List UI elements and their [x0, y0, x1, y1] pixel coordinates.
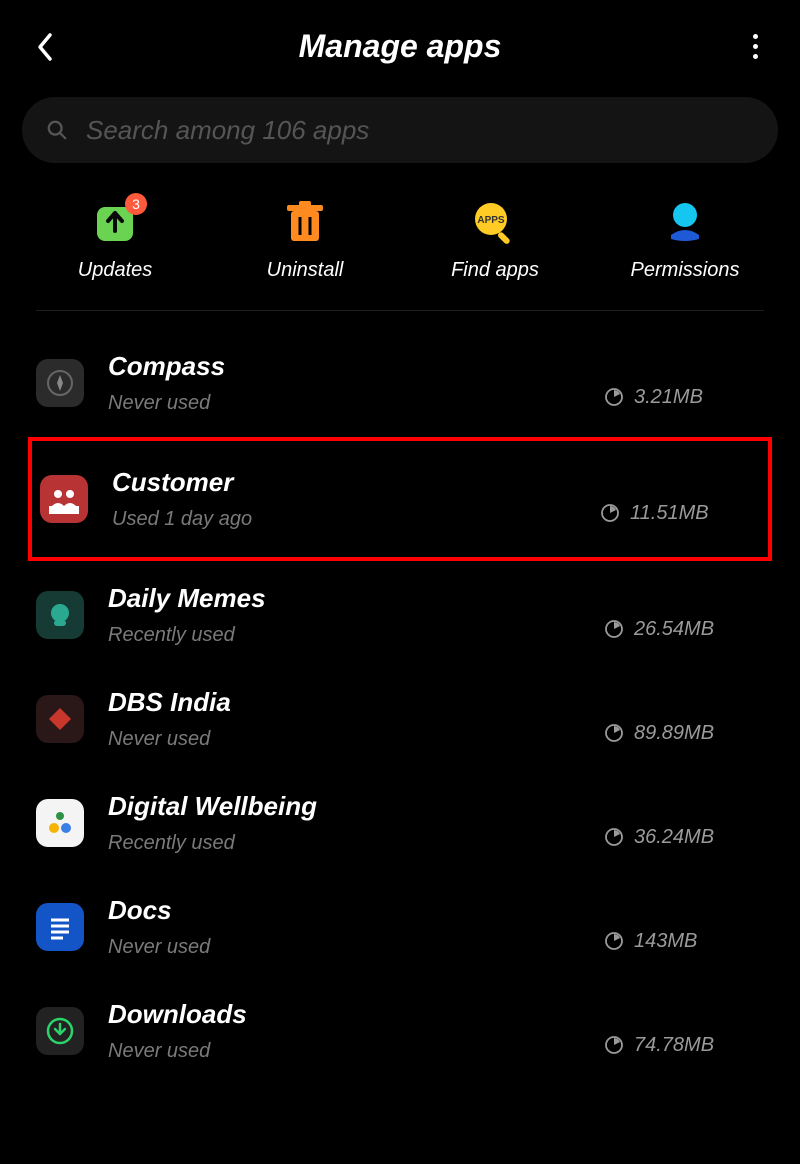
uninstall-button[interactable]: Uninstall [210, 201, 400, 282]
compass-app-icon [36, 359, 84, 407]
app-row[interactable]: DBS India Never used 89.89MB [36, 667, 764, 771]
wellbeing-app-icon [36, 799, 84, 847]
storage-icon [604, 723, 624, 743]
memes-app-icon [36, 591, 84, 639]
app-size: 36.24MB [634, 826, 714, 849]
app-info: Customer Used 1 day ago [112, 467, 576, 531]
updates-button[interactable]: 3 Updates [20, 201, 210, 282]
app-name: Customer [112, 467, 576, 498]
dot-icon [753, 54, 758, 59]
app-row[interactable]: Downloads Never used 74.78MB [36, 979, 764, 1083]
app-size-wrap: 74.78MB [604, 1034, 764, 1057]
app-name: Downloads [108, 999, 580, 1030]
app-size: 26.54MB [634, 618, 714, 641]
downloads-app-icon [36, 1007, 84, 1055]
app-size-wrap: 26.54MB [604, 618, 764, 641]
search-placeholder: Search among 106 apps [86, 115, 369, 146]
storage-icon [604, 387, 624, 407]
app-usage: Never used [108, 392, 580, 415]
app-usage: Never used [108, 936, 580, 959]
app-size: 89.89MB [634, 722, 714, 745]
svg-text:APPS: APPS [477, 215, 505, 226]
findapps-icon: APPS [473, 201, 517, 245]
app-row[interactable]: Docs Never used 143MB [36, 875, 764, 979]
app-size-wrap: 11.51MB [600, 502, 760, 525]
dot-icon [753, 44, 758, 49]
more-options-button[interactable] [740, 32, 770, 62]
app-name: Docs [108, 895, 580, 926]
storage-icon [604, 931, 624, 951]
app-size-wrap: 36.24MB [604, 826, 764, 849]
app-size-wrap: 143MB [604, 930, 764, 953]
app-list: Compass Never used 3.21MB Customer Used 1 da… [0, 331, 800, 1083]
storage-icon [604, 827, 624, 847]
app-name: Digital Wellbeing [108, 791, 580, 822]
updates-label: Updates [78, 259, 153, 282]
app-info: Downloads Never used [108, 999, 580, 1063]
chevron-left-icon [36, 32, 54, 62]
app-size: 11.51MB [630, 502, 709, 525]
app-info: Digital Wellbeing Recently used [108, 791, 580, 855]
search-icon [46, 119, 68, 141]
app-usage: Recently used [108, 624, 580, 647]
app-size-wrap: 89.89MB [604, 722, 764, 745]
updates-icon: 3 [93, 201, 137, 245]
dbs-app-icon [36, 695, 84, 743]
permissions-icon [663, 201, 707, 245]
app-row[interactable]: Compass Never used 3.21MB [36, 331, 764, 435]
app-row[interactable]: Digital Wellbeing Recently used 36.24MB [36, 771, 764, 875]
app-info: Docs Never used [108, 895, 580, 959]
uninstall-label: Uninstall [267, 259, 344, 282]
header: Manage apps [0, 0, 800, 85]
storage-icon [604, 1035, 624, 1055]
app-info: Daily Memes Recently used [108, 583, 580, 647]
app-usage: Never used [108, 728, 580, 751]
app-name: Daily Memes [108, 583, 580, 614]
search-input[interactable]: Search among 106 apps [22, 97, 778, 163]
app-row[interactable]: Daily Memes Recently used 26.54MB [36, 563, 764, 667]
app-size-wrap: 3.21MB [604, 386, 764, 409]
page-title: Manage apps [60, 28, 740, 65]
trash-icon [283, 201, 327, 245]
customer-app-icon [40, 475, 88, 523]
app-size: 143MB [634, 930, 697, 953]
app-usage: Used 1 day ago [112, 508, 576, 531]
app-usage: Recently used [108, 832, 580, 855]
app-info: DBS India Never used [108, 687, 580, 751]
docs-app-icon [36, 903, 84, 951]
app-info: Compass Never used [108, 351, 580, 415]
divider [36, 310, 764, 311]
action-row: 3 Updates Uninstall APPS Find apps [0, 191, 800, 310]
app-size: 3.21MB [634, 386, 703, 409]
storage-icon [604, 619, 624, 639]
updates-badge: 3 [125, 193, 147, 215]
back-button[interactable] [30, 32, 60, 62]
app-name: DBS India [108, 687, 580, 718]
app-size: 74.78MB [634, 1034, 714, 1057]
storage-icon [600, 503, 620, 523]
findapps-label: Find apps [451, 259, 539, 282]
app-usage: Never used [108, 1040, 580, 1063]
app-row[interactable]: Customer Used 1 day ago 11.51MB [28, 437, 772, 561]
dot-icon [753, 34, 758, 39]
findapps-button[interactable]: APPS Find apps [400, 201, 590, 282]
permissions-button[interactable]: Permissions [590, 201, 780, 282]
permissions-label: Permissions [631, 259, 740, 282]
app-name: Compass [108, 351, 580, 382]
